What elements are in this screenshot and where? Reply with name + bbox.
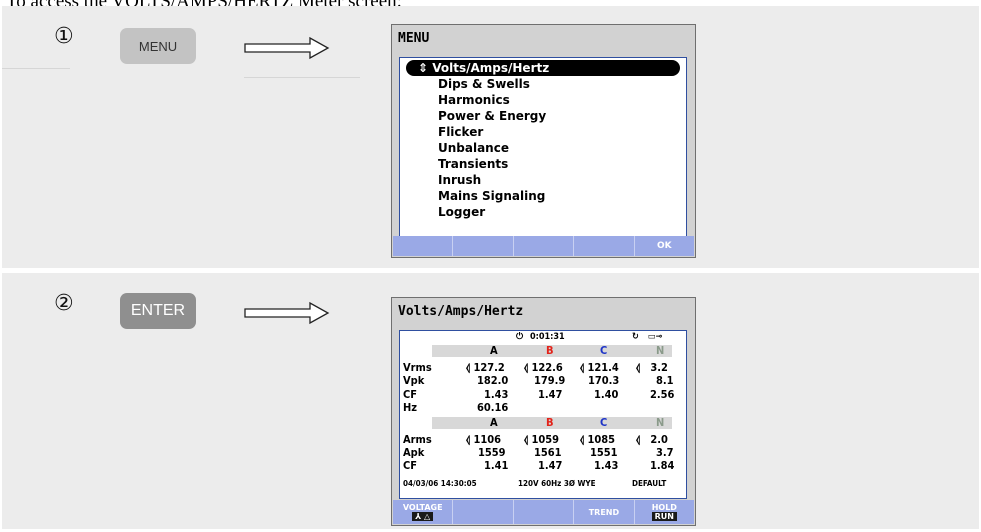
right-arrow-icon [244, 36, 330, 60]
softkey-label: VOLTAGE [402, 503, 443, 512]
step-2-row: ② ENTER Volts/Amps/Hertz ⏻ 0:01:31 ↻ ▭⊸ … [2, 273, 979, 529]
wye-delta-icon: ⅄ △ [412, 512, 434, 521]
channel-n-label: N [656, 416, 665, 429]
step-1-row: ① MENU MENU ⇕ Volts/Amps/Hertz Dips & Sw… [2, 6, 979, 268]
softkey-f3[interactable] [512, 500, 573, 524]
screen-title: MENU [398, 31, 430, 46]
row-label: Arms [403, 433, 432, 446]
menu-screen: MENU ⇕ Volts/Amps/Hertz Dips & Swells Ha… [391, 24, 696, 258]
softkey-voltage[interactable]: VOLTAGE ⅄ △ [393, 500, 452, 524]
value-cell: ⦉ 127.2 [466, 361, 505, 374]
value-cell: 1.43 [484, 388, 509, 401]
value-cell: 2.56 [650, 388, 675, 401]
menu-item[interactable]: Dips & Swells [438, 76, 530, 92]
softkey-label: TREND [588, 507, 620, 517]
value-cell: ⦉ 1085 [580, 433, 616, 446]
row-label: Hz [403, 401, 418, 414]
meter-readings: ⏻ 0:01:31 ↻ ▭⊸ A B C N Vrms ⦉ 127.2 ⦉ 12… [399, 330, 687, 499]
menu-item-selected[interactable]: ⇕ Volts/Amps/Hertz [406, 60, 680, 76]
value-cell: 3.7 [656, 446, 674, 459]
menu-item[interactable]: Unbalance [438, 140, 509, 156]
menu-list: ⇕ Volts/Amps/Hertz Dips & Swells Harmoni… [399, 57, 687, 237]
row-label: Vpk [403, 374, 425, 387]
value-cell: ⦉ 1106 [466, 433, 502, 446]
menu-item[interactable]: Logger [438, 204, 485, 220]
menu-item[interactable]: Inrush [438, 172, 481, 188]
menu-item-label: Volts/Amps/Hertz [432, 61, 550, 75]
menu-item[interactable]: Flicker [438, 124, 483, 140]
value-cell: 179.9 [534, 374, 566, 387]
value-cell: 182.0 [477, 374, 509, 387]
timer-icon: ⏻ [516, 332, 524, 342]
power-plug-icon: ▭⊸ [648, 332, 663, 342]
value-cell: 1559 [478, 446, 506, 459]
softkey-ok[interactable]: OK [633, 236, 694, 256]
screen-title: Volts/Amps/Hertz [398, 304, 524, 319]
procedure-table: ① MENU MENU ⇕ Volts/Amps/Hertz Dips & Sw… [2, 6, 979, 529]
softkey-hold-run[interactable]: HOLD RUN [633, 500, 694, 524]
softkey-f2[interactable] [452, 236, 512, 256]
softkey-bar: OK [393, 236, 694, 256]
softkey-bar: VOLTAGE ⅄ △ TREND HOLD RUN [393, 500, 694, 524]
menu-item[interactable]: Transients [438, 156, 508, 172]
softkey-label: RUN [651, 512, 677, 521]
value-cell: 1.43 [594, 459, 619, 472]
divider [2, 68, 70, 69]
value-cell: 1.40 [594, 388, 619, 401]
divider [244, 77, 360, 78]
softkey-f4[interactable] [573, 236, 633, 256]
value-cell: 1551 [590, 446, 618, 459]
row-label: CF [403, 459, 418, 472]
status-config: 120V 60Hz 3Ø WYE [518, 479, 596, 488]
channel-c-label: C [600, 416, 608, 429]
status-mode: DEFAULT [632, 479, 667, 488]
softkey-f1[interactable] [393, 236, 452, 256]
menu-key-button[interactable]: MENU [120, 28, 196, 64]
softkey-label: HOLD [651, 503, 677, 512]
value-cell: 1561 [534, 446, 562, 459]
step-number: ① [54, 24, 74, 49]
value-cell: ⦉ 121.4 [580, 361, 619, 374]
channel-b-label: B [546, 344, 554, 357]
value-cell: 1.84 [650, 459, 675, 472]
value-cell: ⦉ 2.0 [636, 433, 668, 446]
channel-a-label: A [490, 416, 498, 429]
status-datetime: 04/03/06 14:30:05 [403, 479, 477, 488]
softkey-f2[interactable] [452, 500, 512, 524]
value-cell: ⦉ 3.2 [636, 361, 668, 374]
softkey-trend[interactable]: TREND [573, 500, 633, 524]
row-label: Apk [403, 446, 425, 459]
enter-key-button[interactable]: ENTER [120, 293, 196, 329]
step-number: ② [54, 291, 74, 316]
channel-c-label: C [600, 344, 608, 357]
menu-item[interactable]: Power & Energy [438, 108, 546, 124]
row-label: CF [403, 388, 418, 401]
value-cell: 60.16 [477, 401, 509, 414]
right-arrow-icon [244, 301, 330, 325]
value-cell: 1.47 [538, 388, 563, 401]
channel-b-label: B [546, 416, 554, 429]
elapsed-time: 0:01:31 [530, 332, 565, 342]
refresh-icon: ↻ [632, 332, 639, 342]
up-down-icon: ⇕ [418, 61, 433, 75]
value-cell: 170.3 [588, 374, 620, 387]
channel-n-label: N [656, 344, 665, 357]
value-cell: 1.47 [538, 459, 563, 472]
value-cell: 1.41 [484, 459, 509, 472]
menu-item[interactable]: Mains Signaling [438, 188, 545, 204]
menu-item[interactable]: Harmonics [438, 92, 510, 108]
row-label: Vrms [403, 361, 432, 374]
softkey-f3[interactable] [512, 236, 573, 256]
value-cell: 8.1 [656, 374, 674, 387]
value-cell: ⦉ 122.6 [524, 361, 563, 374]
meter-screen: Volts/Amps/Hertz ⏻ 0:01:31 ↻ ▭⊸ A B C N … [391, 297, 696, 526]
value-cell: ⦉ 1059 [524, 433, 560, 446]
channel-a-label: A [490, 344, 498, 357]
